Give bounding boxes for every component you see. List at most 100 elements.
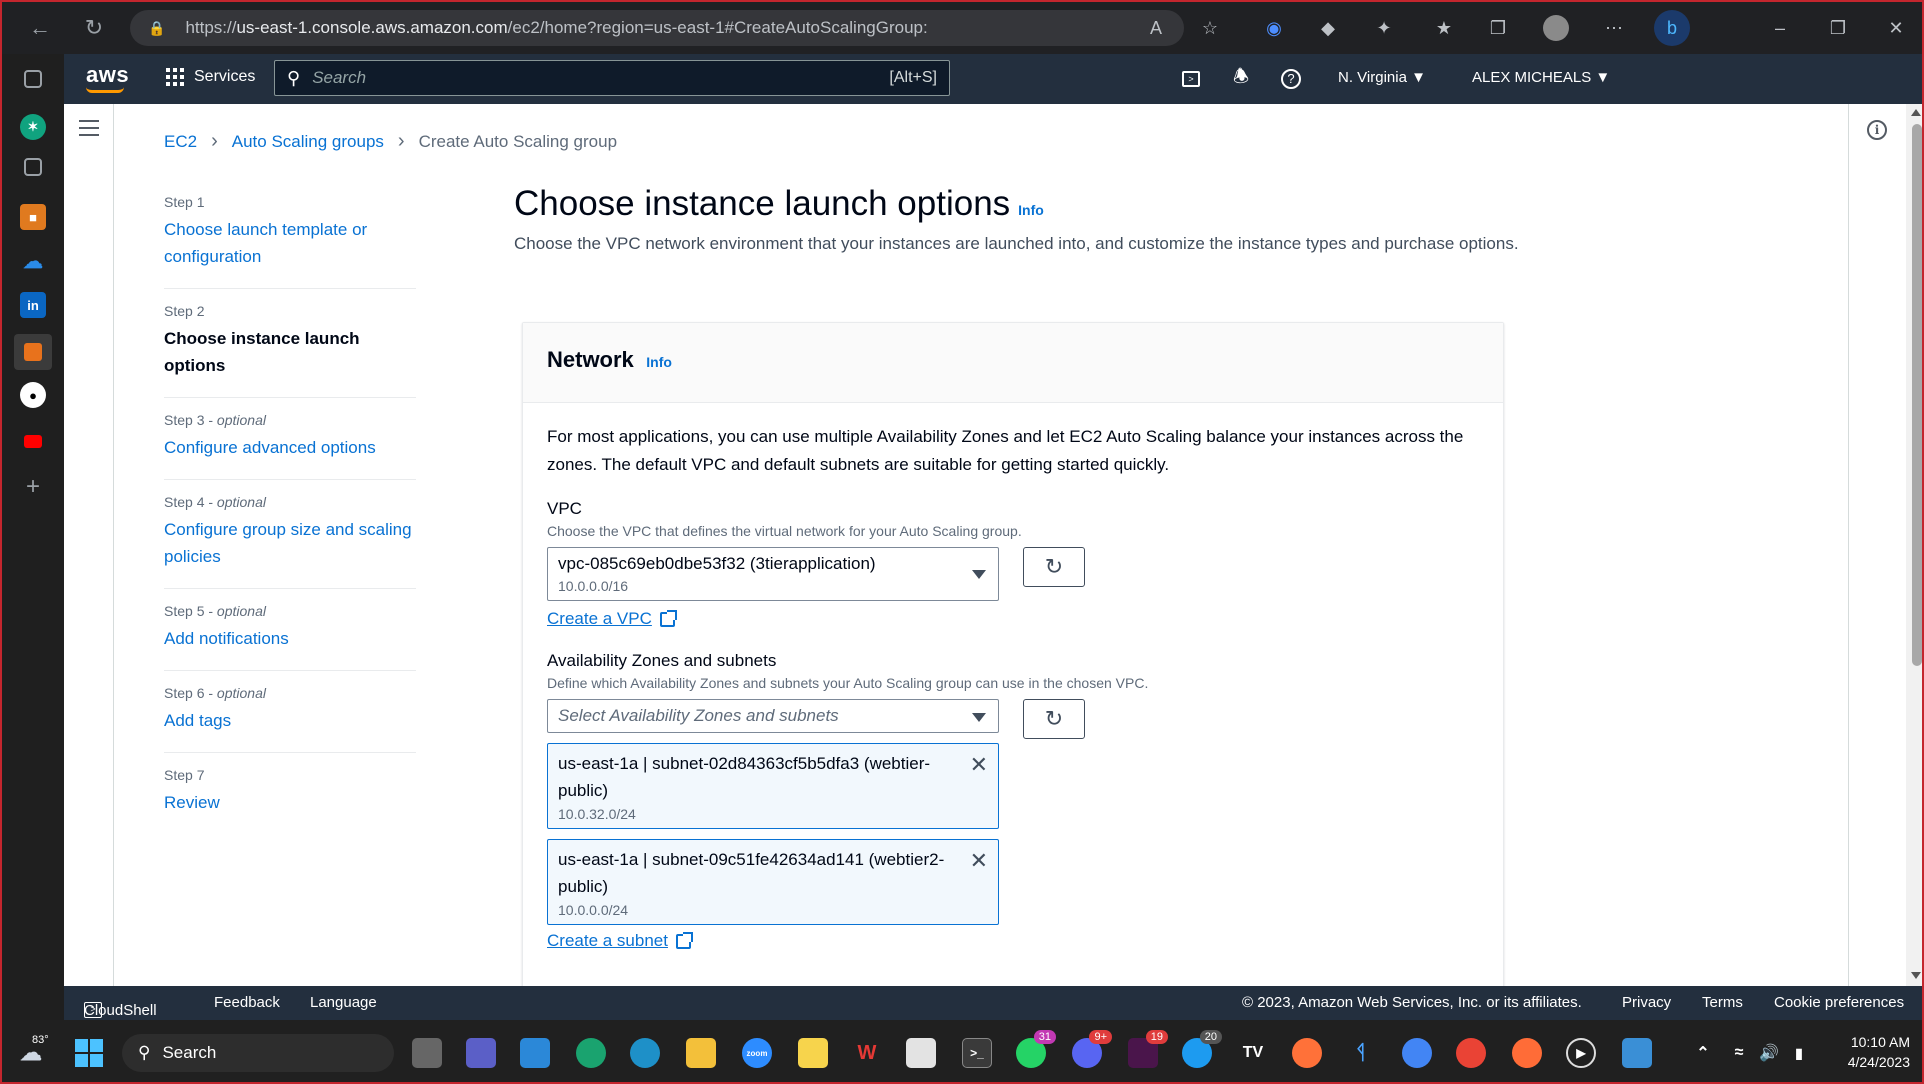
onedrive-icon[interactable]: ☁ xyxy=(20,248,46,274)
sticky-notes-icon[interactable] xyxy=(798,1038,828,1068)
teams-icon[interactable] xyxy=(466,1038,496,1068)
volume-icon[interactable]: 🔊 xyxy=(1754,1038,1784,1068)
battery-icon[interactable]: ▮ xyxy=(1784,1038,1814,1068)
search-shortcut: [Alt+S] xyxy=(889,69,937,86)
vpc-select[interactable]: vpc-085c69eb0dbe53f32 (3tierapplication)… xyxy=(547,547,999,601)
menu-icon[interactable] xyxy=(79,120,99,141)
app-icon-orange[interactable]: ■ xyxy=(20,204,46,230)
address-bar[interactable]: 🔒 https://us-east-1.console.aws.amazon.c… xyxy=(130,10,1184,46)
favorites-add-icon[interactable]: ☆ xyxy=(1196,14,1224,42)
notepad-icon[interactable] xyxy=(1622,1038,1652,1068)
chrome-profile-icon[interactable] xyxy=(1402,1038,1432,1068)
wifi-icon[interactable]: ≈ xyxy=(1724,1038,1754,1068)
collections-icon[interactable]: ❐ xyxy=(1484,14,1512,42)
region-selector[interactable]: N. Virginia ▼ xyxy=(1338,69,1426,86)
extensions-icon[interactable]: ✦ xyxy=(1370,14,1398,42)
feedback-link[interactable]: Feedback xyxy=(214,994,280,1011)
file-explorer-icon[interactable] xyxy=(686,1038,716,1068)
aws-tab-icon[interactable] xyxy=(14,334,52,370)
store-icon[interactable] xyxy=(520,1038,550,1068)
restore-icon[interactable]: ❐ xyxy=(1824,14,1852,42)
network-info-link[interactable]: Info xyxy=(646,354,672,370)
discord-icon[interactable]: 9+ xyxy=(1072,1030,1112,1068)
create-vpc-link[interactable]: Create a VPC xyxy=(547,609,677,629)
step-link[interactable]: Add notifications xyxy=(164,625,416,652)
youtube-icon[interactable] xyxy=(20,428,46,454)
wps-icon[interactable]: W xyxy=(852,1038,882,1068)
chatgpt-icon[interactable]: ✶ xyxy=(20,114,46,140)
language-link[interactable]: Language xyxy=(310,994,377,1011)
task-view-icon[interactable] xyxy=(412,1038,442,1068)
step-link[interactable]: Review xyxy=(164,789,416,816)
search-input[interactable]: ⚲ Search [Alt+S] xyxy=(274,60,950,96)
cloudshell-icon[interactable]: > xyxy=(1178,66,1204,92)
vpc-refresh-button[interactable]: ↻ xyxy=(1023,547,1085,587)
close-icon[interactable]: ✕ xyxy=(1882,14,1910,42)
postman-icon[interactable] xyxy=(1512,1038,1542,1068)
az-placeholder: Select Availability Zones and subnets xyxy=(558,706,839,725)
bell-icon[interactable]: 🕭 xyxy=(1228,66,1254,92)
privacy-link[interactable]: Privacy xyxy=(1622,994,1671,1011)
firefox-icon[interactable] xyxy=(1292,1038,1322,1068)
taskbar-search[interactable]: ⚲ Search xyxy=(122,1034,394,1072)
step-link[interactable]: Configure advanced options xyxy=(164,434,416,461)
services-menu[interactable]: Services xyxy=(166,68,255,86)
zoom-icon[interactable]: zoom xyxy=(742,1038,772,1068)
favorites-icon[interactable]: ★ xyxy=(1430,14,1458,42)
chrome-icon[interactable] xyxy=(1456,1038,1486,1068)
scroll-up-icon[interactable] xyxy=(1911,109,1921,116)
info-icon[interactable]: i xyxy=(1867,120,1887,140)
remove-icon[interactable]: ✕ xyxy=(970,848,988,874)
scrollbar[interactable] xyxy=(1906,104,1922,1020)
slack-icon[interactable]: 19 xyxy=(1128,1030,1168,1068)
profile-icon[interactable] xyxy=(1542,14,1570,42)
cookie-preferences-link[interactable]: Cookie preferences xyxy=(1774,994,1904,1011)
scroll-down-icon[interactable] xyxy=(1911,972,1921,979)
more-icon[interactable]: ⋯ xyxy=(1600,14,1628,42)
github-icon[interactable]: ● xyxy=(20,382,46,408)
breadcrumb-asg[interactable]: Auto Scaling groups xyxy=(232,132,384,152)
clock[interactable]: 10:10 AM 4/24/2023 xyxy=(1822,1034,1910,1070)
camera-extension-icon[interactable]: ◉ xyxy=(1260,14,1288,42)
media-player-icon[interactable]: ▶ xyxy=(1566,1038,1596,1068)
az-select[interactable]: Select Availability Zones and subnets xyxy=(547,699,999,733)
step-1: Step 1 Choose launch template or configu… xyxy=(164,180,416,289)
help-icon[interactable]: ? xyxy=(1278,66,1304,92)
url-text: https://us-east-1.console.aws.amazon.com… xyxy=(185,18,928,37)
account-menu[interactable]: ALEX MICHEALS ▼ xyxy=(1472,69,1610,86)
scroll-thumb[interactable] xyxy=(1912,124,1922,666)
create-subnet-link[interactable]: Create a subnet xyxy=(547,931,693,951)
whatsapp-icon[interactable]: 31 xyxy=(1016,1030,1056,1068)
refresh-icon[interactable]: ↻ xyxy=(74,8,114,48)
step-link[interactable]: Add tags xyxy=(164,707,416,734)
bing-icon[interactable]: b xyxy=(1654,10,1690,46)
minimize-icon[interactable]: – xyxy=(1766,14,1794,42)
remove-icon[interactable]: ✕ xyxy=(970,752,988,778)
subnet-token: us-east-1a | subnet-09c51fe42634ad141 (w… xyxy=(547,839,999,925)
step-link[interactable]: Configure group size and scaling policie… xyxy=(164,516,416,570)
breadcrumb-current: Create Auto Scaling group xyxy=(418,131,618,151)
step-link[interactable]: Choose launch template or configuration xyxy=(164,216,416,270)
calendar-icon[interactable] xyxy=(24,158,42,176)
twitter-icon[interactable]: 20 xyxy=(1182,1030,1222,1068)
windows-start-icon[interactable] xyxy=(74,1038,104,1068)
network-intro: For most applications, you can use multi… xyxy=(547,427,1464,474)
breadcrumb-ec2[interactable]: EC2 xyxy=(164,132,197,152)
tray-chevron-icon[interactable]: ⌃ xyxy=(1688,1038,1718,1068)
tabs-icon[interactable] xyxy=(24,70,42,88)
terms-link[interactable]: Terms xyxy=(1702,994,1743,1011)
aws-logo[interactable]: aws xyxy=(86,62,129,88)
snipping-tool-icon[interactable] xyxy=(906,1038,936,1068)
edge-icon[interactable] xyxy=(630,1038,660,1068)
edge-dev-icon[interactable] xyxy=(576,1038,606,1068)
bluetooth-icon[interactable]: ᛩ xyxy=(1346,1038,1376,1068)
info-link[interactable]: Info xyxy=(1018,202,1044,218)
back-icon[interactable]: ← xyxy=(20,8,60,48)
az-refresh-button[interactable]: ↻ xyxy=(1023,699,1085,739)
linkedin-icon[interactable]: in xyxy=(20,292,46,318)
extension-icon-2[interactable]: ◆ xyxy=(1314,14,1342,42)
tradingview-icon[interactable]: TV xyxy=(1238,1038,1268,1068)
add-icon[interactable]: + xyxy=(20,473,46,500)
read-aloud-icon[interactable]: A xyxy=(1150,18,1162,39)
terminal-icon[interactable]: >_ xyxy=(962,1038,992,1068)
